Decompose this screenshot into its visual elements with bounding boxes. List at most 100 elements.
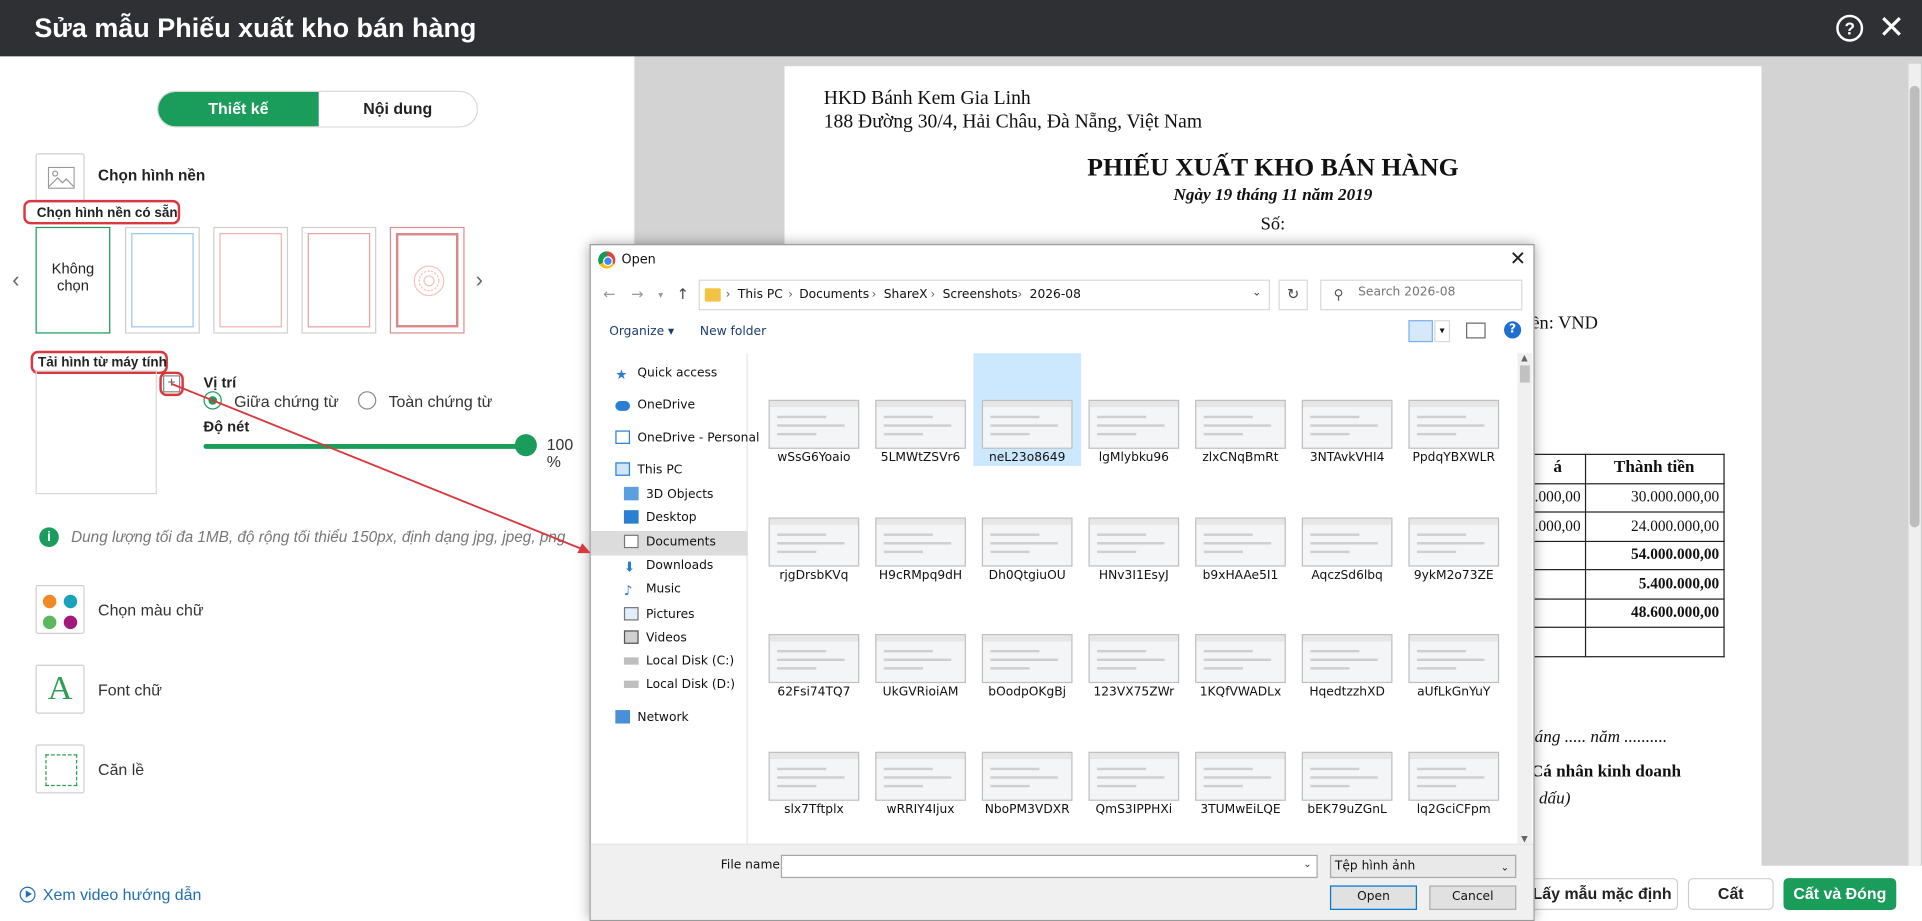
background-option-red[interactable] — [301, 226, 377, 334]
search-box[interactable]: ⚲ — [1320, 279, 1523, 311]
nav-disk-c[interactable]: Local Disk (C:) — [623, 655, 734, 677]
file-item[interactable]: lgMlybku96 — [1080, 353, 1188, 466]
file-item[interactable]: 3NTAvkVHI4 — [1293, 353, 1401, 466]
nav-network[interactable]: Network — [615, 710, 689, 732]
radio-full[interactable] — [357, 391, 377, 410]
close-icon[interactable]: ✕ — [1878, 10, 1905, 44]
recent-dropdown-icon[interactable]: ▾ — [658, 289, 663, 300]
save-close-button[interactable]: Cất và Đóng — [1783, 878, 1897, 910]
new-folder-button[interactable]: New folder — [700, 325, 766, 338]
nav-downloads[interactable]: ⬇ Downloads — [624, 559, 713, 581]
breadcrumb-folder[interactable]: 2026-08 — [1030, 288, 1081, 301]
chevron-left-icon[interactable]: ‹ — [12, 267, 19, 293]
image-icon[interactable] — [35, 153, 85, 203]
cancel-button[interactable]: Cancel — [1429, 885, 1517, 910]
file-scroll-thumb[interactable] — [1519, 365, 1530, 383]
view-dropdown-icon[interactable]: ▾ — [1434, 320, 1451, 343]
file-item[interactable]: neL23o8649 — [973, 353, 1082, 467]
file-item[interactable]: AqczSd6lbq — [1293, 471, 1401, 584]
file-item[interactable]: HNv3I1EsyJ — [1080, 471, 1188, 584]
tab-content[interactable]: Nội dung — [319, 92, 477, 126]
forward-icon[interactable]: → — [631, 286, 643, 303]
add-image-button[interactable]: + — [163, 375, 181, 393]
text-color-label[interactable]: Chọn màu chữ — [98, 601, 203, 619]
help-icon[interactable]: ? — [1836, 14, 1864, 42]
breadcrumb-documents[interactable]: Documents — [799, 288, 869, 301]
breadcrumb-this-pc[interactable]: This PC — [738, 288, 783, 301]
breadcrumb-screenshots[interactable]: Screenshots — [943, 288, 1018, 301]
organize-button[interactable]: Organize ▾ — [609, 325, 674, 338]
opacity-slider[interactable] — [203, 443, 528, 449]
open-button[interactable]: Open — [1329, 885, 1417, 910]
background-none[interactable]: Không chọn — [35, 226, 111, 334]
nav-documents[interactable]: Documents — [623, 534, 716, 557]
nav-desktop[interactable]: Desktop — [623, 510, 697, 532]
refresh-icon[interactable]: ↻ — [1278, 279, 1308, 311]
file-item[interactable]: PpdqYBXWLR — [1400, 353, 1508, 466]
nav-quick-access[interactable]: ★ Quick access — [615, 367, 717, 389]
nav-videos[interactable]: Videos — [623, 630, 687, 652]
up-icon[interactable]: ↑ — [677, 286, 689, 303]
preview-pane-icon[interactable] — [1466, 322, 1486, 339]
upload-preview[interactable] — [35, 370, 157, 495]
file-item[interactable]: wRRIY4Ijux — [867, 705, 975, 818]
file-item[interactable]: aUfLkGnYuY — [1400, 587, 1508, 700]
file-item[interactable]: 9ykM2o73ZE — [1400, 471, 1508, 584]
margin-icon[interactable] — [35, 744, 85, 794]
back-icon[interactable]: ← — [603, 286, 615, 303]
file-name-input[interactable]: ⌄ — [780, 854, 1318, 879]
nav-onedrive-personal[interactable]: OneDrive - Personal — [615, 430, 759, 452]
nav-this-pc[interactable]: This PC — [615, 462, 682, 484]
dialog-help-icon[interactable]: ? — [1504, 321, 1522, 339]
file-item[interactable]: 123VX75ZWr — [1080, 587, 1188, 700]
default-template-button[interactable]: Lấy mẫu mặc định — [1526, 878, 1679, 910]
file-item[interactable]: 3TUMwEiLQE — [1187, 705, 1295, 818]
file-item[interactable]: UkGVRioiAM — [867, 587, 975, 700]
file-type-select[interactable]: Tệp hình ảnh ⌄ — [1329, 854, 1517, 879]
file-item[interactable]: 5LMWtZSVr6 — [867, 353, 975, 466]
chevron-right-icon[interactable]: › — [476, 267, 483, 293]
scroll-down-icon[interactable]: ▼ — [1521, 834, 1528, 844]
address-bar[interactable]: › This PC › Documents › ShareX › Screens… — [698, 279, 1270, 311]
file-item[interactable]: bOodpOKgBj — [973, 587, 1081, 700]
file-item[interactable]: zlxCNqBmRt — [1187, 353, 1295, 466]
nav-disk-d[interactable]: Local Disk (D:) — [623, 678, 735, 700]
background-option-pink[interactable] — [213, 226, 289, 334]
nav-music[interactable]: ♪ Music — [624, 583, 681, 605]
file-scrollbar[interactable]: ▲ ▼ — [1517, 353, 1533, 844]
file-item[interactable]: H9cRMpq9dH — [867, 471, 975, 584]
opacity-slider-handle[interactable] — [514, 434, 537, 457]
file-item[interactable]: HqedtzzhXD — [1293, 587, 1401, 700]
save-button[interactable]: Cất — [1687, 878, 1774, 910]
file-item[interactable]: NboPM3VDXR — [973, 705, 1081, 818]
file-item[interactable]: slx7Tftplx — [760, 705, 868, 818]
file-item[interactable]: bEK79uZGnL — [1293, 705, 1401, 818]
nav-3d-objects[interactable]: 3D Objects — [623, 486, 713, 509]
video-guide-link[interactable]: Xem video hướng dẫn — [19, 885, 201, 904]
nav-pictures[interactable]: Pictures — [623, 607, 695, 629]
background-option-ornate[interactable] — [389, 226, 465, 334]
file-item[interactable]: QmS3IPPHXi — [1080, 705, 1188, 818]
file-item[interactable]: b9xHAAe5I1 — [1187, 471, 1295, 584]
font-icon[interactable]: A — [35, 664, 85, 714]
scroll-up-icon[interactable]: ▲ — [1521, 353, 1528, 363]
search-input[interactable] — [1358, 285, 1512, 300]
file-item[interactable]: 1KQfVWADLx — [1187, 587, 1295, 700]
tab-design[interactable]: Thiết kế — [158, 91, 319, 127]
file-item[interactable]: Dh0QtgiuOU — [973, 471, 1081, 584]
nav-onedrive[interactable]: OneDrive — [615, 399, 695, 421]
chevron-down-icon[interactable]: ⌄ — [1303, 858, 1311, 869]
dialog-close-icon[interactable]: ✕ — [1510, 246, 1526, 269]
preview-scroll-thumb[interactable] — [1909, 85, 1920, 528]
margin-label[interactable]: Căn lề — [98, 760, 144, 778]
chevron-down-icon[interactable]: ⌄ — [1252, 287, 1261, 299]
preview-scrollbar[interactable] — [1908, 63, 1921, 866]
background-option-blue[interactable] — [125, 226, 200, 334]
file-item[interactable]: 62Fsi74TQ7 — [760, 587, 868, 700]
palette-icon[interactable] — [35, 584, 85, 635]
radio-center[interactable] — [203, 391, 222, 410]
file-item[interactable]: rjgDrsbKVq — [760, 471, 868, 584]
font-label[interactable]: Font chữ — [98, 681, 162, 699]
view-icon[interactable] — [1408, 320, 1433, 343]
breadcrumb-sharex[interactable]: ShareX — [884, 288, 928, 301]
